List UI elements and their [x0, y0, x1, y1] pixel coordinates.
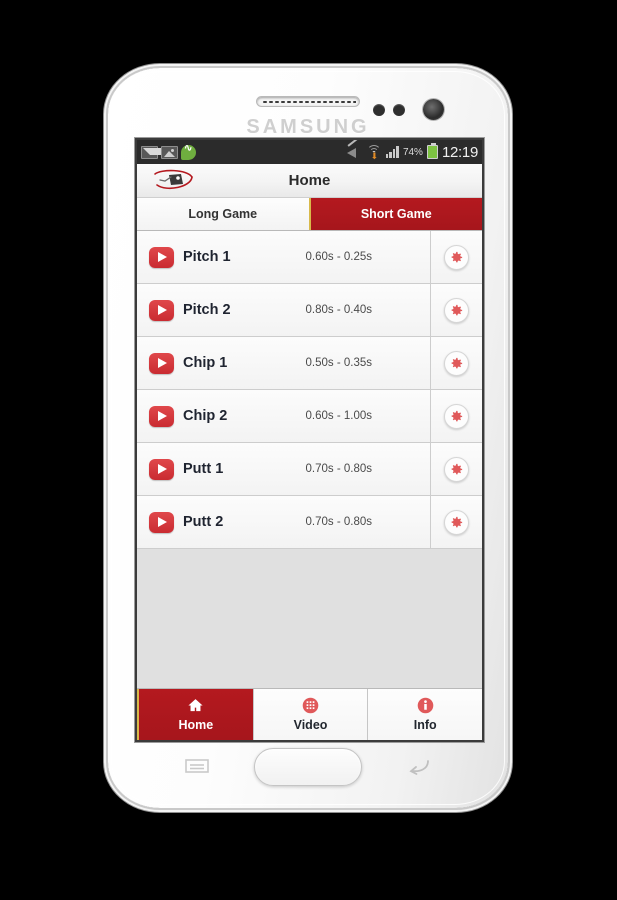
- row-label: Chip 1: [183, 355, 228, 371]
- row-settings-cell[interactable]: [430, 496, 482, 548]
- play-icon[interactable]: [149, 352, 174, 374]
- table-row[interactable]: Pitch 2 0.80s - 0.40s: [137, 284, 482, 337]
- grid-icon: [302, 697, 319, 714]
- signal-bars-icon: [385, 146, 399, 158]
- gear-icon[interactable]: [444, 244, 469, 270]
- game-tab-bar: Long Game Short Game: [137, 198, 482, 231]
- gallery-icon: [161, 145, 178, 159]
- row-settings-cell[interactable]: [430, 284, 482, 336]
- speaker-grille-icon: [256, 96, 360, 107]
- row-settings-cell[interactable]: [430, 443, 482, 495]
- row-label: Putt 1: [183, 461, 224, 477]
- phone-device: SAMSUNG ⬇ 74% 12:19: [108, 68, 508, 808]
- device-brand-label: SAMSUNG: [246, 116, 370, 138]
- gear-icon[interactable]: [444, 403, 469, 429]
- row-settings-cell[interactable]: [430, 231, 482, 283]
- nav-item-video-label: Video: [293, 718, 328, 732]
- list-empty-area: [137, 549, 482, 689]
- row-timing: 0.80s - 0.40s: [305, 304, 372, 316]
- phone-screen: ⬇ 74% 12:19 Home: [137, 140, 482, 740]
- battery-percent-label: 74%: [402, 146, 423, 158]
- tab-short-game-label: Short Game: [360, 207, 432, 221]
- info-icon: [417, 697, 434, 714]
- nav-item-info[interactable]: Info: [368, 689, 482, 740]
- nav-item-home-label: Home: [178, 718, 214, 732]
- chat-icon: [181, 143, 196, 160]
- menu-icon[interactable]: [184, 756, 210, 776]
- row-timing: 0.60s - 1.00s: [305, 410, 372, 422]
- table-row[interactable]: Chip 2 0.60s - 1.00s: [137, 390, 482, 443]
- tab-long-game[interactable]: Long Game: [137, 198, 311, 230]
- app-title-bar: Home: [137, 164, 482, 198]
- nav-item-info-label: Info: [413, 718, 437, 732]
- nav-item-home[interactable]: Home: [137, 689, 254, 740]
- gear-icon[interactable]: [444, 297, 469, 323]
- gear-icon[interactable]: [444, 456, 469, 482]
- light-sensor-icon: [393, 104, 405, 116]
- gear-icon[interactable]: [444, 350, 469, 376]
- row-label: Putt 2: [183, 514, 224, 530]
- play-icon[interactable]: [149, 405, 174, 427]
- proximity-sensor-icon: [373, 104, 385, 116]
- play-icon[interactable]: [149, 246, 174, 268]
- row-timing: 0.70s - 0.80s: [305, 516, 372, 528]
- status-bar: ⬇ 74% 12:19: [137, 140, 482, 164]
- back-icon[interactable]: [406, 756, 432, 776]
- row-settings-cell[interactable]: [430, 337, 482, 389]
- row-label: Pitch 2: [183, 302, 231, 318]
- row-timing: 0.60s - 0.25s: [305, 251, 372, 263]
- row-settings-cell[interactable]: [430, 390, 482, 442]
- row-timing: 0.70s - 0.80s: [305, 463, 372, 475]
- row-label: Chip 2: [183, 408, 228, 424]
- home-button[interactable]: [254, 748, 362, 786]
- row-label: Pitch 1: [183, 249, 231, 265]
- play-icon[interactable]: [149, 511, 174, 533]
- status-bar-left: [141, 143, 196, 160]
- status-bar-clock: 12:19: [441, 143, 478, 161]
- table-row[interactable]: Chip 1 0.50s - 0.35s: [137, 337, 482, 390]
- golf-swing-logo-icon[interactable]: [147, 168, 199, 194]
- shot-list: Pitch 1 0.60s - 0.25s Pitch 2 0.80s - 0.…: [137, 231, 482, 689]
- nav-item-video[interactable]: Video: [253, 689, 369, 740]
- mute-icon: [346, 146, 363, 159]
- wifi-icon: ⬇: [367, 145, 382, 161]
- table-row[interactable]: Putt 2 0.70s - 0.80s: [137, 496, 482, 549]
- bottom-navigation: Home Video Info: [137, 688, 482, 740]
- tab-long-game-label: Long Game: [188, 207, 258, 221]
- play-icon[interactable]: [149, 458, 174, 480]
- status-bar-right: ⬇ 74% 12:19: [346, 143, 478, 161]
- front-camera-icon: [423, 99, 444, 120]
- row-timing: 0.50s - 0.35s: [305, 357, 372, 369]
- mail-icon: [141, 145, 169, 159]
- play-icon[interactable]: [149, 299, 174, 321]
- table-row[interactable]: Pitch 1 0.60s - 0.25s: [137, 231, 482, 284]
- battery-icon: [426, 143, 438, 159]
- house-icon: [187, 697, 204, 714]
- gear-icon[interactable]: [444, 509, 469, 535]
- tab-short-game[interactable]: Short Game: [310, 198, 482, 230]
- table-row[interactable]: Putt 1 0.70s - 0.80s: [137, 443, 482, 496]
